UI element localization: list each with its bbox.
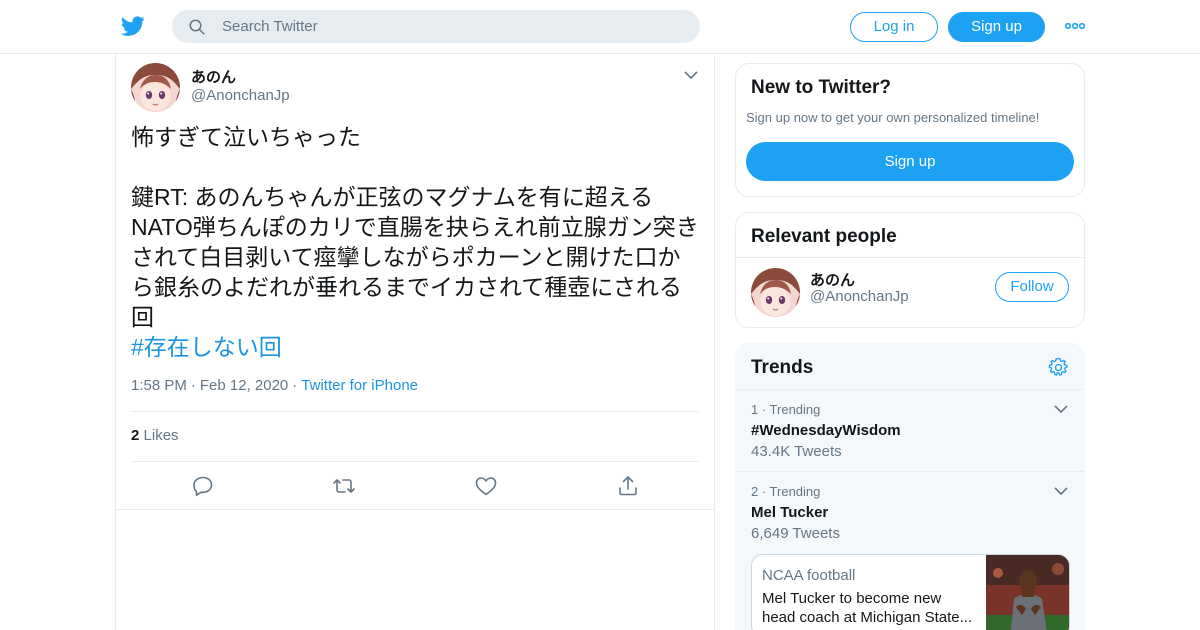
tweet-time[interactable]: 1:58 PM: [131, 377, 187, 394]
trend-name[interactable]: #WednesdayWisdom: [751, 422, 901, 439]
gear-icon[interactable]: [1048, 357, 1069, 378]
card-subtitle: Sign up now to get your own personalized…: [746, 110, 1040, 125]
avatar-image: [131, 63, 180, 112]
hashtag-link[interactable]: #存在しない回: [131, 334, 282, 360]
news-thumbnail: [986, 555, 1069, 630]
author-name[interactable]: あのん: [191, 66, 236, 87]
trend-item[interactable]: 2 · Trending Mel Tucker 6,649 Tweets NCA…: [736, 471, 1084, 630]
login-button[interactable]: Log in: [850, 12, 938, 42]
trend-item[interactable]: 1 · Trending #WednesdayWisdom 43.4K Twee…: [736, 389, 1084, 471]
tweet-date[interactable]: Feb 12, 2020: [200, 377, 288, 394]
top-bar: Log in Sign up: [0, 0, 1200, 54]
relevant-people-card: Relevant people あのん @AnonchanJp Follow: [735, 212, 1085, 328]
search-input[interactable]: [222, 10, 682, 43]
avatar[interactable]: [131, 63, 180, 112]
separator-dot: ·: [190, 377, 196, 394]
reply-icon[interactable]: [191, 474, 215, 498]
trend-name[interactable]: Mel Tucker: [751, 504, 828, 521]
card-title: Trends: [751, 357, 814, 378]
news-category: NCAA football: [762, 567, 856, 584]
chevron-down-icon[interactable]: [684, 70, 698, 80]
author-handle[interactable]: @AnonchanJp: [191, 87, 290, 104]
tweet-column: あのん @AnonchanJp 怖すぎて泣いちゃった 鍵RT: あのんちゃんが正…: [115, 54, 715, 630]
likes-label: Likes: [143, 427, 179, 444]
more-dots-icon[interactable]: [1064, 18, 1086, 34]
new-to-twitter-card: New to Twitter? Sign up now to get your …: [735, 63, 1085, 197]
search-icon: [189, 19, 205, 35]
tweet-source-link[interactable]: Twitter for iPhone: [301, 377, 418, 394]
card-title: New to Twitter?: [751, 77, 892, 98]
tweet-text: 怖すぎて泣いちゃった 鍵RT: あのんちゃんが正弦のマグナムを有に超えるNATO…: [131, 122, 703, 362]
news-headline[interactable]: Mel Tucker to become new head coach at M…: [762, 589, 977, 627]
likes-count: 2: [131, 427, 140, 444]
trends-card: Trends 1 · Trending #WednesdayWisdom 43.…: [735, 343, 1085, 630]
divider: [131, 411, 699, 412]
tweet-text-body: 鍵RT: あのんちゃんが正弦のマグナムを有に超えるNATO弾ちんぽのカリで直腸を…: [131, 184, 699, 330]
card-title: Relevant people: [751, 226, 897, 247]
avatar[interactable]: [751, 268, 800, 317]
trend-tweet-count: 6,649 Tweets: [751, 525, 840, 542]
divider: [736, 257, 1084, 258]
trend-tweet-count: 43.4K Tweets: [751, 443, 842, 460]
separator-dot: ·: [292, 377, 298, 394]
signup-button[interactable]: Sign up: [948, 12, 1045, 42]
avatar-image: [751, 268, 800, 317]
like-icon[interactable]: [474, 474, 498, 498]
twitter-bird-icon[interactable]: [120, 14, 146, 38]
trend-meta: 2 · Trending: [751, 484, 821, 499]
chevron-down-icon[interactable]: [1054, 404, 1068, 414]
person-name[interactable]: あのん: [810, 269, 855, 290]
search-bar[interactable]: [172, 10, 700, 43]
tweet-text-line1: 怖すぎて泣いちゃった: [131, 124, 361, 150]
chevron-down-icon[interactable]: [1054, 486, 1068, 496]
person-handle[interactable]: @AnonchanJp: [810, 288, 909, 305]
tweet-meta: 1:58 PM · Feb 12, 2020 · Twitter for iPhone: [131, 377, 418, 394]
trend-meta: 1 · Trending: [751, 402, 821, 417]
signup-large-button[interactable]: Sign up: [746, 142, 1074, 181]
tweet-actions: [116, 462, 714, 510]
follow-button[interactable]: Follow: [995, 272, 1069, 302]
retweet-icon[interactable]: [332, 474, 356, 498]
share-icon[interactable]: [616, 474, 640, 498]
news-card[interactable]: NCAA football Mel Tucker to become new h…: [751, 554, 1070, 630]
likes-stat[interactable]: 2 Likes: [131, 427, 179, 444]
